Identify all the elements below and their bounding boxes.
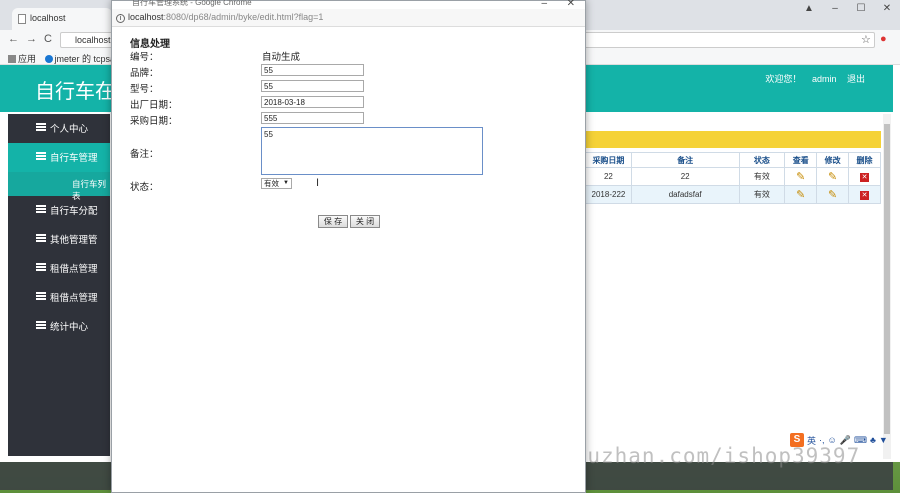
scroll-thumb[interactable] — [884, 124, 890, 434]
username-link[interactable]: admin — [812, 74, 837, 84]
brand-input[interactable]: 55 — [261, 64, 364, 76]
form-title: 信息处理 — [130, 39, 170, 50]
shield-icon — [44, 55, 53, 63]
sidebar-item-profile[interactable]: 个人中心 — [8, 114, 110, 143]
purchase-date-label: 采购日期： — [130, 116, 178, 127]
brand-label: 品牌： — [130, 68, 159, 79]
info-icon[interactable]: i — [116, 14, 125, 23]
sidebar-item-stats[interactable]: 统计中心 — [8, 312, 110, 341]
sidebar-item-other[interactable]: 其他管理管 — [8, 225, 110, 254]
stack-icon — [36, 321, 46, 329]
welcome-text: 欢迎您！ — [765, 74, 802, 84]
status-select[interactable]: 有效 ▼ — [261, 178, 292, 189]
reload-icon[interactable]: C — [44, 33, 52, 45]
user-area: 欢迎您！ admin 退出 — [757, 72, 865, 85]
extension-icon[interactable]: ● — [880, 33, 887, 45]
view-icon[interactable]: ✎ — [784, 167, 818, 186]
sidebar-item-rental-2[interactable]: 租借点管理 — [8, 283, 110, 312]
model-input[interactable]: 55 — [261, 80, 364, 92]
bookmark-apps[interactable]: 应用 — [8, 54, 36, 64]
back-icon[interactable]: ← — [8, 33, 19, 45]
stack-icon — [36, 234, 46, 242]
logout-link[interactable]: 退出 — [847, 74, 865, 84]
table-header-row: 采购日期 备注 状态 查看 修改 删除 — [585, 152, 881, 168]
text-cursor-icon: I — [316, 177, 320, 189]
stack-icon — [36, 263, 46, 271]
edit-popup-window: 自行车管理系统 - Google Chrome – ✕ i localhost:8… — [111, 0, 586, 493]
skin-icon[interactable]: ♣ — [870, 435, 876, 445]
status-label: 状态： — [130, 182, 159, 193]
remark-textarea[interactable]: 55 — [261, 127, 483, 175]
id-value: 自动生成 — [262, 52, 301, 63]
popup-window-title: 自行车管理系统 - Google Chrome — [132, 0, 252, 7]
profile-icon[interactable]: ▲ — [796, 0, 822, 18]
edit-icon[interactable]: ✎ — [816, 185, 850, 204]
stack-icon — [36, 152, 46, 160]
purchase-date-input[interactable]: 555 — [261, 112, 364, 124]
page-icon — [18, 14, 26, 24]
browser-tab[interactable]: localhost — [12, 8, 112, 30]
shirt-icon[interactable]: ▼ — [879, 435, 888, 445]
sidebar-item-rental-1[interactable]: 租借点管理 — [8, 254, 110, 283]
close-icon[interactable]: ✕ — [874, 0, 900, 18]
popup-titlebar: 自行车管理系统 - Google Chrome – ✕ — [112, 0, 585, 9]
window-controls: ▲ – ☐ ✕ — [796, 0, 900, 18]
remark-label: 备注： — [130, 149, 159, 160]
edit-icon[interactable]: ✎ — [816, 167, 850, 186]
minimize-icon[interactable]: – — [822, 0, 848, 18]
stack-icon — [36, 292, 46, 300]
tab-title: localhost — [30, 13, 66, 23]
forward-icon[interactable]: → — [26, 33, 37, 45]
app-title: 自行车在 — [35, 81, 115, 103]
close-button[interactable]: 关 闭 — [350, 215, 380, 228]
popup-address-bar[interactable]: i localhost:8080/dp68/admin/byke/edit.htm… — [112, 9, 585, 27]
table-row: 22 22 有效 ✎ ✎ ✕ — [585, 167, 881, 186]
save-button[interactable]: 保 存 — [318, 215, 348, 228]
bike-table: 采购日期 备注 状态 查看 修改 删除 22 22 有效 ✎ ✎ ✕ 2018-… — [585, 152, 881, 204]
table-row: 2018-222 dafadsfaf 有效 ✎ ✎ ✕ — [585, 185, 881, 204]
maximize-icon[interactable]: ☐ — [848, 0, 874, 18]
bookmark-jmeter[interactable]: jmeter 的 tcpsa — [44, 54, 115, 64]
factory-date-input[interactable]: 2018-03-18 — [261, 96, 364, 108]
view-icon[interactable]: ✎ — [784, 185, 818, 204]
notice-bar — [585, 131, 881, 148]
minimize-icon[interactable]: – — [541, 0, 547, 9]
star-icon[interactable]: ☆ — [861, 33, 871, 46]
sidebar: 个人中心 自行车管理 自行车列表 自行车分配 其他管理管 租借点管理 租借点管理… — [8, 114, 110, 456]
stack-icon — [36, 123, 46, 131]
sidebar-item-bike-list[interactable]: 自行车列表 — [8, 172, 110, 201]
page-scrollbar[interactable] — [883, 114, 891, 459]
factory-date-label: 出厂日期： — [130, 100, 178, 111]
delete-icon[interactable]: ✕ — [848, 185, 881, 204]
dropdown-arrow-icon: ▼ — [283, 180, 289, 186]
sidebar-item-bike-manage[interactable]: 自行车管理 — [8, 143, 110, 172]
id-label: 编号： — [130, 52, 159, 63]
stack-icon — [36, 205, 46, 213]
model-label: 型号： — [130, 84, 159, 95]
delete-icon[interactable]: ✕ — [848, 167, 881, 186]
apps-icon — [8, 55, 16, 63]
sidebar-item-bike-assign[interactable]: 自行车分配 — [8, 196, 110, 225]
close-icon[interactable]: ✕ — [567, 0, 575, 9]
